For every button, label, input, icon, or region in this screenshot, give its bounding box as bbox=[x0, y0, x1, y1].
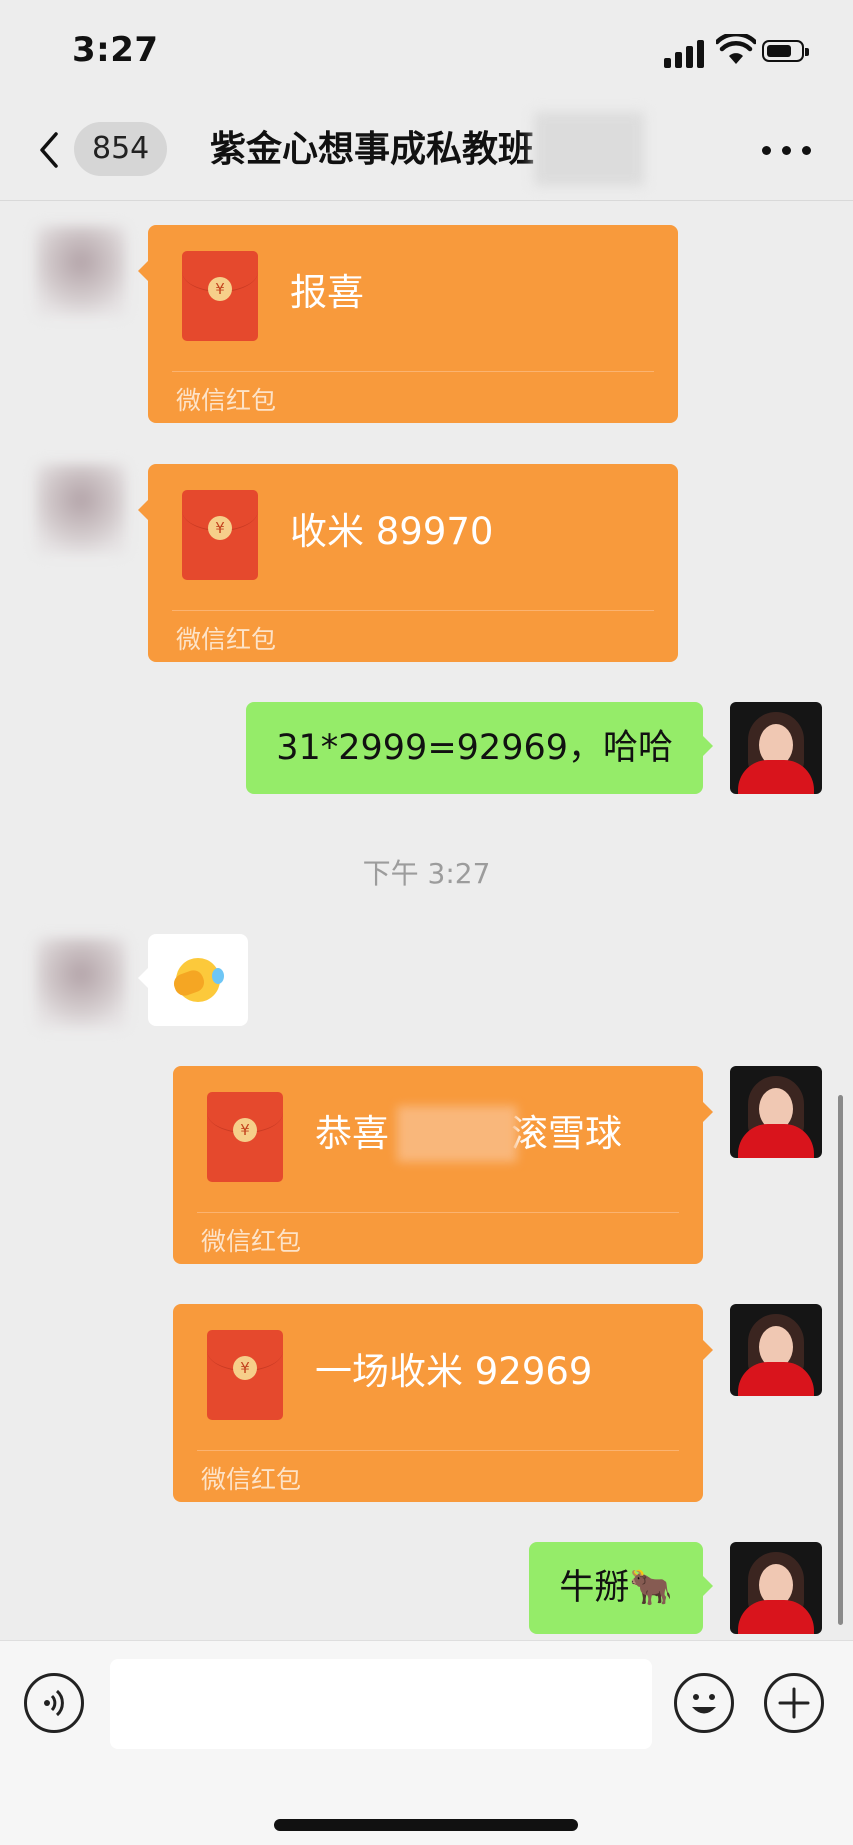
red-envelope-icon: ¥ bbox=[182, 490, 258, 580]
my-avatar[interactable] bbox=[730, 1304, 822, 1396]
back-chevron-icon[interactable] bbox=[34, 130, 64, 170]
battery-icon bbox=[762, 40, 809, 62]
red-envelope-icon: ¥ bbox=[207, 1330, 283, 1420]
my-avatar[interactable] bbox=[730, 1542, 822, 1634]
my-red-packet-message[interactable]: ¥ 一场收米 92969 微信红包 bbox=[173, 1304, 713, 1502]
red-packet-label: 微信红包 bbox=[201, 1465, 302, 1494]
chat-header: 854 紫金心想事成私教班 bbox=[0, 100, 853, 201]
red-packet-title: 收米 89970 bbox=[290, 510, 494, 553]
emoji-message[interactable] bbox=[138, 934, 248, 1026]
sender-avatar[interactable] bbox=[36, 938, 126, 1028]
my-text-message[interactable]: 31*2999=92969，哈哈 bbox=[246, 702, 713, 794]
more-options-icon[interactable] bbox=[762, 146, 812, 156]
red-packet-label: 微信红包 bbox=[176, 386, 277, 415]
red-envelope-icon: ¥ bbox=[207, 1092, 283, 1182]
facepalm-emoji-icon bbox=[171, 958, 224, 1002]
red-packet-title: 报喜 bbox=[290, 271, 364, 314]
red-packet-title: 一场收米 92969 bbox=[315, 1350, 593, 1393]
input-bar bbox=[0, 1640, 853, 1845]
wifi-icon bbox=[716, 34, 756, 64]
cellular-signal-icon bbox=[664, 38, 706, 68]
message-input[interactable] bbox=[110, 1659, 652, 1749]
red-packet-label: 微信红包 bbox=[176, 625, 277, 654]
home-indicator[interactable] bbox=[274, 1819, 578, 1831]
red-packet-message[interactable]: ¥ 收米 89970 微信红包 bbox=[138, 464, 678, 662]
red-envelope-icon: ¥ bbox=[182, 251, 258, 341]
voice-input-icon[interactable] bbox=[24, 1673, 84, 1733]
sender-avatar[interactable] bbox=[36, 464, 126, 554]
my-text-message[interactable]: 牛掰🐂 bbox=[529, 1542, 713, 1634]
emoji-picker-icon[interactable] bbox=[674, 1673, 734, 1733]
my-avatar[interactable] bbox=[730, 1066, 822, 1158]
my-red-packet-message[interactable]: ¥ 恭喜 滚雪球 微信红包 bbox=[173, 1066, 713, 1264]
red-packet-label: 微信红包 bbox=[201, 1227, 302, 1256]
status-bar: 3:27 bbox=[0, 0, 853, 100]
scrollbar[interactable] bbox=[838, 1095, 843, 1625]
status-time: 3:27 bbox=[72, 30, 159, 70]
message-text: 牛掰🐂 bbox=[559, 1568, 673, 1608]
red-packet-title-suffix: 滚雪球 bbox=[511, 1112, 622, 1155]
more-actions-plus-icon[interactable] bbox=[764, 1673, 824, 1733]
chat-title[interactable]: 紫金心想事成私教班 bbox=[210, 126, 542, 174]
sender-avatar[interactable] bbox=[36, 226, 126, 316]
message-list[interactable]: ¥ 报喜 微信红包 ¥ 收米 89970 微信红包 31*2999=92969，… bbox=[0, 200, 853, 1640]
title-redaction bbox=[534, 112, 644, 186]
my-avatar[interactable] bbox=[730, 702, 822, 794]
red-packet-message[interactable]: ¥ 报喜 微信红包 bbox=[138, 225, 678, 423]
message-timestamp: 下午 3:27 bbox=[362, 857, 491, 890]
message-text: 31*2999=92969，哈哈 bbox=[276, 728, 673, 768]
unread-count-badge[interactable]: 854 bbox=[74, 122, 168, 176]
red-packet-title-prefix: 恭喜 bbox=[315, 1112, 389, 1155]
name-redaction bbox=[397, 1106, 517, 1162]
